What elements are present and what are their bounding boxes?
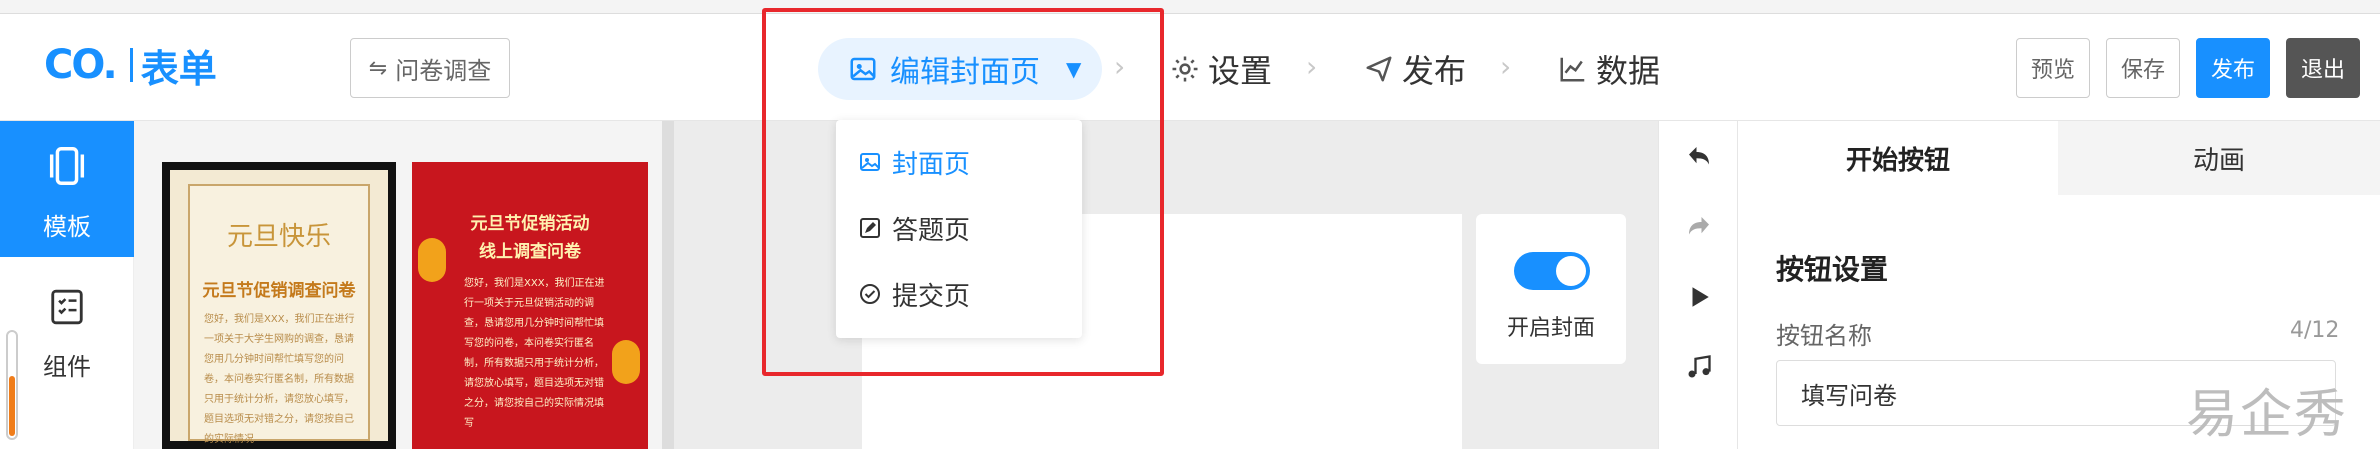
watermark: 易企秀 [2186, 385, 2349, 445]
template-title: 元旦节促销调查问卷 [202, 281, 356, 301]
sidebar-tab-templates[interactable]: 模板 [0, 121, 134, 257]
browser-top-strip [0, 0, 2380, 14]
template-title: 元旦节促销活动 线上调查问卷 [412, 210, 648, 266]
volume-fill [9, 376, 15, 436]
logo[interactable]: CO. 表单 [44, 40, 217, 91]
survey-type-label: 问卷调查 [395, 56, 492, 85]
gallery-scrollbar[interactable] [662, 121, 674, 449]
undo-icon[interactable] [1683, 141, 1715, 173]
template-body: 您好，我们是XXX，我们正在进行一项关于元旦促销活动的调查，恳请您用几分钟时间帮… [464, 278, 605, 429]
step-label: 发布 [1402, 52, 1467, 90]
step-settings[interactable]: 设置 [1170, 44, 1272, 94]
swap-icon: ⇋ [368, 55, 388, 81]
template-title-line: 元旦节促销活动 [470, 214, 590, 234]
step-publish[interactable]: 发布 [1364, 44, 1466, 94]
char-counter: 4/12 [2290, 318, 2340, 343]
cover-toggle-switch[interactable] [1514, 252, 1590, 290]
sidebar-tab-label: 模板 [43, 213, 91, 241]
template-icon [49, 147, 85, 185]
toggle-knob [1556, 256, 1586, 286]
logo-mark: CO. [44, 42, 118, 88]
template-title-line: 线上调查问卷 [479, 242, 581, 262]
lantern-decoration [612, 340, 640, 384]
template-body: 您好，我们是XXX，我们正在进行一项关于大学生网购的调查，恳请您用几分钟时间帮忙… [204, 314, 355, 445]
step-data[interactable]: 数据 [1558, 44, 1660, 94]
sidebar-tab-label: 组件 [43, 353, 91, 381]
music-icon[interactable] [1683, 351, 1715, 383]
exit-button[interactable]: 退出 [2286, 38, 2360, 98]
play-icon[interactable] [1683, 281, 1715, 313]
preview-button[interactable]: 预览 [2016, 38, 2090, 98]
template-card-frame: 元旦快乐 元旦节促销调查问卷 您好，我们是XXX，我们正在进行一项关于大学生网购… [188, 184, 370, 445]
sidebar-tab-components[interactable]: 组件 [0, 257, 134, 397]
cover-toggle-card: 开启封面 [1476, 214, 1626, 364]
chevron-right-icon: › [1500, 50, 1512, 83]
canvas-toolstrip [1658, 121, 1738, 449]
cover-toggle-label: 开启封面 [1506, 316, 1595, 341]
gear-icon [1172, 56, 1198, 82]
line-chart-icon [1560, 57, 1585, 82]
tab-animation[interactable]: 动画 [2058, 121, 2380, 195]
template-card[interactable]: 元旦节促销活动 线上调查问卷 您好，我们是XXX，我们正在进行一项关于元旦促销活… [412, 162, 648, 449]
tab-start-button[interactable]: 开始按钮 [1738, 121, 2058, 195]
logo-divider [129, 48, 133, 82]
survey-type-button[interactable]: ⇋ 问卷调查 [350, 38, 510, 98]
template-card[interactable]: 元旦快乐 元旦节促销调查问卷 您好，我们是XXX，我们正在进行一项关于大学生网购… [162, 162, 396, 449]
send-icon [1366, 56, 1392, 82]
chevron-right-icon: › [1306, 50, 1318, 83]
logo-text: 表单 [140, 46, 217, 91]
section-title: 按钮设置 [1776, 253, 1889, 286]
publish-button[interactable]: 发布 [2196, 38, 2270, 98]
save-button[interactable]: 保存 [2106, 38, 2180, 98]
step-label: 设置 [1208, 52, 1273, 90]
checklist-icon [51, 289, 83, 325]
redo-icon[interactable] [1683, 211, 1715, 243]
highlight-box [762, 8, 1164, 376]
button-name-label: 按钮名称 [1776, 322, 1872, 350]
volume-slider[interactable] [6, 330, 18, 440]
template-headline: 元旦快乐 [226, 222, 331, 252]
step-label: 数据 [1596, 52, 1661, 90]
